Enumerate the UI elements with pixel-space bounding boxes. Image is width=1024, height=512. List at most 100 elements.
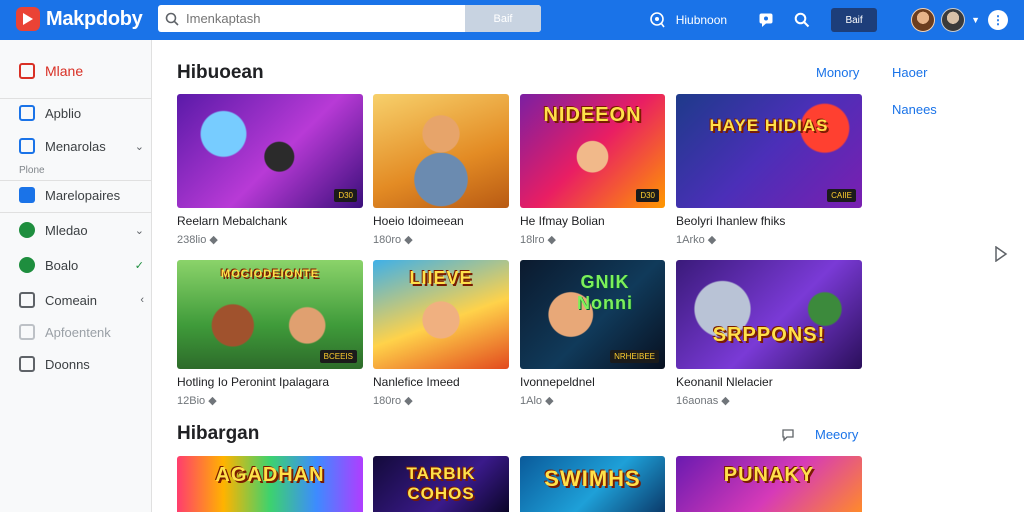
search-bar: Baif — [158, 5, 541, 32]
app-card[interactable]: Hoeio Idoimeean 180ro ◆ — [373, 94, 509, 246]
check-icon: ✓ — [134, 259, 144, 272]
support-icon[interactable] — [646, 9, 668, 31]
section-link[interactable]: Meeory — [815, 427, 858, 442]
card-badge: D30 — [334, 189, 357, 202]
chevron-down-icon: ⌄ — [134, 224, 144, 237]
card-title: Beolyri Ihanlew fhiks — [676, 214, 786, 228]
avatar[interactable] — [941, 8, 966, 32]
card-title: Hoeio Idoimeean — [373, 214, 464, 228]
next-arrow-icon[interactable] — [994, 245, 1008, 263]
section-link[interactable]: Haoer — [892, 65, 927, 80]
play-icon — [19, 222, 35, 238]
more-options-icon[interactable]: ⋮ — [988, 10, 1008, 30]
app-name: Makpdoby — [46, 7, 143, 30]
thumb-overlay-text: PUNAKY — [723, 464, 815, 486]
search-button[interactable]: Baif — [465, 5, 541, 32]
sidebar-item-games[interactable]: Boalo ✓ — [0, 250, 152, 280]
library-icon — [19, 138, 35, 154]
app-card[interactable]: D30 Reelarn Mebalchank 238lio ◆ — [177, 94, 363, 246]
thumb-overlay-text: SWIMHS — [544, 466, 641, 491]
card-title: Hotling Io Peronint Ipalagara — [177, 375, 330, 389]
card-title: He Ifmay Bolian — [520, 214, 605, 228]
app-thumbnail: HAYE HIDIAS CAIIE — [676, 94, 862, 208]
app-card[interactable]: TARBIK COHOS — [373, 456, 509, 512]
card-meta: 1Arko ◆ — [676, 234, 717, 246]
app-thumbnail: MOCIODEIONTE BCEEIS — [177, 260, 363, 369]
app-card[interactable]: PUNAKY — [676, 456, 862, 512]
account-chip[interactable]: Baif — [831, 8, 878, 32]
app-thumbnail: D30 — [177, 94, 363, 208]
chat-icon[interactable] — [755, 9, 777, 31]
thumb-overlay-text: LIIEVE — [409, 268, 473, 288]
card-meta: 12Bio ◆ — [177, 395, 217, 407]
sidebar-item-library[interactable]: Menarolas ⌄ — [0, 131, 152, 161]
sidebar-item-label: Doonns — [45, 356, 90, 372]
app-thumbnail: PUNAKY — [676, 456, 862, 512]
sidebar-item-apps[interactable]: Apblio — [0, 98, 152, 128]
chevron-down-icon: ⌄ — [134, 140, 144, 153]
sidebar-item-docs[interactable]: Doonns — [0, 349, 152, 379]
app-thumbnail: TARBIK COHOS — [373, 456, 509, 512]
feedback-icon[interactable] — [781, 428, 795, 442]
card-meta: 1Alo ◆ — [520, 395, 554, 407]
card-meta: 180ro ◆ — [373, 395, 413, 407]
docs-icon — [19, 356, 35, 372]
top-bar: Makpdoby Baif Hiubnoon Baif ▼ ⋮ — [0, 0, 1024, 40]
app-thumbnail: SWIMHS — [520, 456, 665, 512]
thumb-overlay-text: MOCIODEIONTE — [220, 268, 320, 280]
sidebar: Mlane Apblio Menarolas ⌄ Plone Marelopai… — [0, 40, 152, 512]
sidebar-item-label: Mledao — [45, 222, 88, 238]
sidebar-item-label: Comeain — [45, 292, 98, 308]
thumb-overlay-text: SRPPONS! — [712, 324, 826, 346]
sidebar-item-label: Marelopaires — [45, 187, 121, 203]
sidebar-item-label: Apfoentenk — [45, 324, 111, 340]
search-icon — [158, 5, 186, 32]
app-thumbnail: SRPPONS! — [676, 260, 862, 369]
home-icon — [19, 63, 35, 79]
section-link[interactable]: Nanees — [892, 102, 937, 117]
apps-icon — [19, 105, 35, 121]
app-card[interactable]: HAYE HIDIAS CAIIE Beolyri Ihanlew fhiks … — [676, 94, 862, 246]
card-title: Nanlefice Imeed — [373, 375, 460, 389]
sidebar-item-settings[interactable]: Comeain ‹ — [0, 285, 152, 315]
chevron-down-icon[interactable]: ▼ — [971, 15, 980, 25]
sidebar-item-label: Apblio — [45, 105, 82, 121]
thumb-overlay-text: TARBIK COHOS — [406, 464, 476, 503]
app-card[interactable]: NIDEEON D30 He Ifmay Bolian 18lro ◆ — [520, 94, 665, 246]
sidebar-item-home[interactable]: Mlane — [0, 56, 152, 86]
card-meta: 238lio ◆ — [177, 234, 218, 246]
card-badge: CAIIE — [827, 189, 856, 202]
avatar[interactable] — [911, 8, 936, 32]
sidebar-item-label: Mlane — [45, 63, 84, 79]
app-card[interactable]: SRPPONS! Keonanil Nlelacier 16aonas ◆ — [676, 260, 862, 407]
sidebar-item-folder[interactable]: Apfoentenk — [0, 317, 152, 347]
card-meta: 18lro ◆ — [520, 234, 556, 246]
section-link[interactable]: Monory — [816, 65, 859, 80]
card-meta: 180ro ◆ — [373, 234, 413, 246]
thumb-overlay-text: NIDEEON — [543, 104, 642, 126]
search-icon[interactable] — [791, 9, 813, 31]
card-title: Keonanil Nlelacier — [676, 375, 773, 389]
divider — [0, 212, 152, 213]
app-card[interactable]: GNIK Nonni NRHEIBEE Ivonnepeldnel 1Alo ◆ — [520, 260, 665, 407]
header-link[interactable]: Hiubnoon — [676, 13, 727, 27]
card-meta: 16aonas ◆ — [676, 395, 730, 407]
app-thumbnail: NIDEEON D30 — [520, 94, 665, 208]
app-card[interactable]: LIIEVE Nanlefice Imeed 180ro ◆ — [373, 260, 509, 407]
thumb-overlay-text: HAYE HIDIAS — [709, 116, 829, 135]
thumb-overlay-text: GNIK Nonni — [577, 272, 633, 313]
app-card[interactable]: SWIMHS — [520, 456, 665, 512]
app-card[interactable]: AGADHAN — [177, 456, 363, 512]
header-actions: Hiubnoon Baif ▼ ⋮ — [646, 0, 1008, 40]
folder-icon — [19, 324, 35, 340]
sidebar-item-play[interactable]: Mledao ⌄ — [0, 215, 152, 245]
game-icon — [19, 257, 35, 273]
app-thumbnail — [373, 94, 509, 208]
sidebar-heading: Plone — [19, 165, 45, 176]
sidebar-item-store[interactable]: Marelopaires — [0, 180, 152, 210]
app-card[interactable]: MOCIODEIONTE BCEEIS Hotling Io Peronint … — [177, 260, 363, 407]
app-logo[interactable]: Makpdoby — [16, 7, 143, 31]
card-badge: D30 — [636, 189, 659, 202]
main-content: Hibuoean Monory Haoer Nanees D30 Reelarn… — [153, 40, 1024, 512]
search-input[interactable] — [186, 5, 465, 32]
